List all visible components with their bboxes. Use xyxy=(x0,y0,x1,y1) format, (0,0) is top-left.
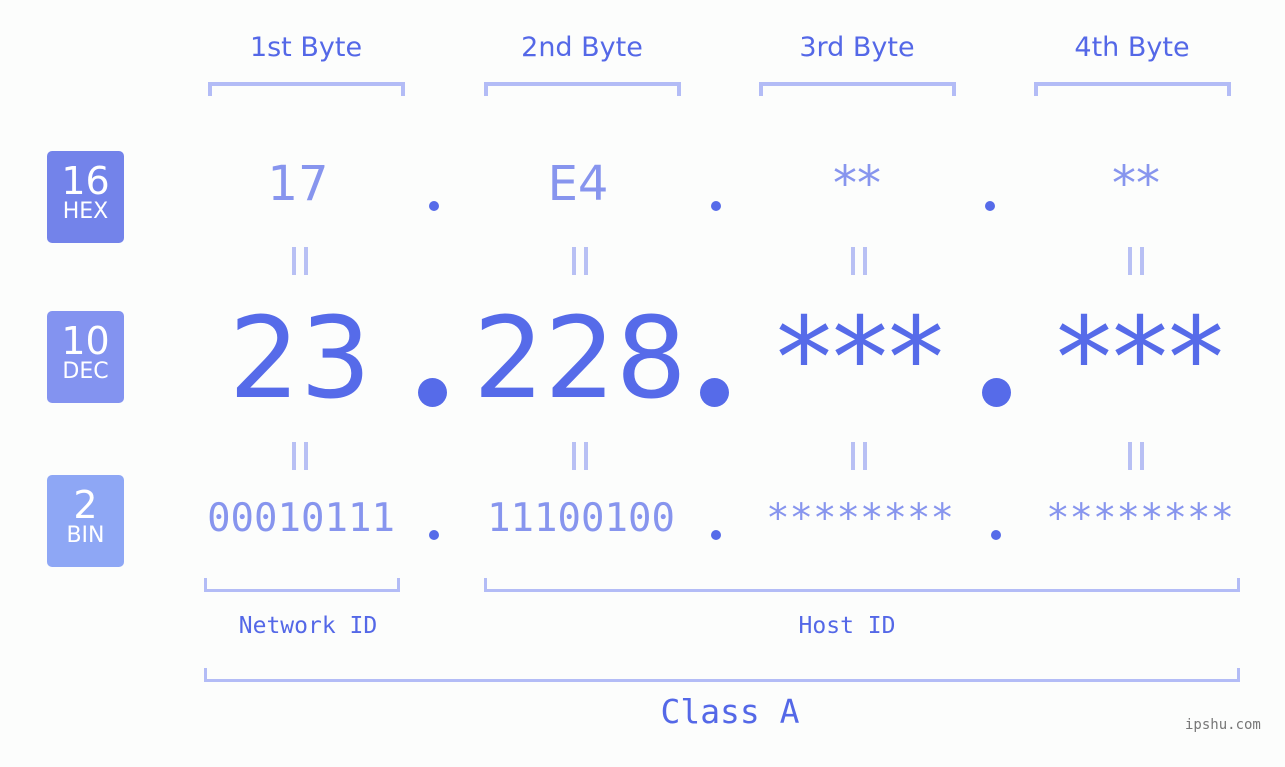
bin-badge: 2 BIN xyxy=(47,475,124,567)
dec-byte-3: *** xyxy=(776,294,944,424)
hex-dot-1 xyxy=(429,201,439,211)
bin-dot-1 xyxy=(429,530,439,540)
byte-bracket-1 xyxy=(208,82,405,96)
dec-dot-2 xyxy=(700,378,729,407)
class-label: Class A xyxy=(660,692,800,731)
byte-bracket-4 xyxy=(1034,82,1231,96)
bin-byte-3: ******** xyxy=(766,496,954,541)
bin-byte-4: ******** xyxy=(1046,496,1234,541)
bin-dot-3 xyxy=(991,530,1001,540)
dec-dot-3 xyxy=(982,378,1011,407)
byte-bracket-2 xyxy=(484,82,681,96)
equals-icon xyxy=(1128,247,1144,275)
equals-icon xyxy=(851,442,867,470)
hex-dot-2 xyxy=(711,201,721,211)
hex-base-number: 16 xyxy=(61,159,110,203)
byte-label-3: 3rd Byte xyxy=(799,32,915,63)
network-id-label: Network ID xyxy=(238,613,378,639)
equals-icon xyxy=(1128,442,1144,470)
network-id-bracket xyxy=(204,578,400,592)
bin-byte-1: 00010111 xyxy=(207,496,395,541)
hex-byte-3: ** xyxy=(833,156,881,212)
host-id-bracket xyxy=(484,578,1240,592)
byte-bracket-3 xyxy=(759,82,956,96)
equals-icon xyxy=(572,247,588,275)
equals-icon xyxy=(292,442,308,470)
equals-icon xyxy=(851,247,867,275)
hex-base-label: HEX xyxy=(62,199,109,224)
byte-label-2: 2nd Byte xyxy=(521,32,643,63)
hex-byte-2: E4 xyxy=(547,156,609,212)
host-id-label: Host ID xyxy=(798,613,896,639)
equals-icon xyxy=(572,442,588,470)
bin-byte-2: 11100100 xyxy=(487,496,675,541)
dec-byte-4: *** xyxy=(1056,294,1224,424)
dec-byte-2: 228 xyxy=(473,294,687,424)
hex-dot-3 xyxy=(985,201,995,211)
class-bracket xyxy=(204,668,1240,682)
dec-base-label: DEC xyxy=(62,359,109,384)
byte-label-4: 4th Byte xyxy=(1074,32,1190,63)
equals-icon xyxy=(292,247,308,275)
dec-base-number: 10 xyxy=(61,319,110,363)
dec-badge: 10 DEC xyxy=(47,311,124,403)
dec-byte-1: 23 xyxy=(228,294,372,424)
byte-label-1: 1st Byte xyxy=(249,32,363,63)
hex-byte-4: ** xyxy=(1112,156,1160,212)
hex-badge: 16 HEX xyxy=(47,151,124,243)
bin-base-label: BIN xyxy=(66,523,105,548)
bin-dot-2 xyxy=(711,530,721,540)
hex-byte-1: 17 xyxy=(267,156,329,212)
dec-dot-1 xyxy=(418,378,447,407)
bin-base-number: 2 xyxy=(73,483,98,527)
watermark: ipshu.com xyxy=(1185,717,1261,733)
